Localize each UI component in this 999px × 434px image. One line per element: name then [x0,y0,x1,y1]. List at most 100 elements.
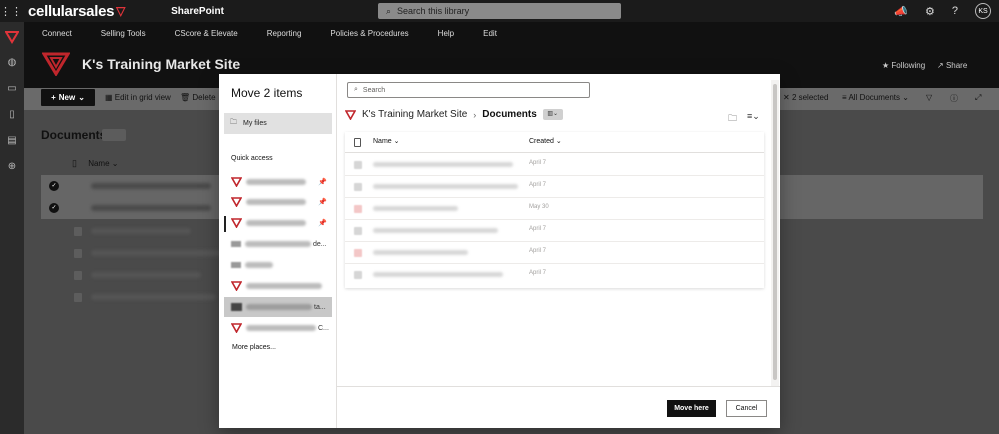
library-title[interactable]: Documents [41,128,106,142]
created-date: May 30 [529,204,549,210]
name-column-header[interactable]: Name ⌄ [373,137,400,145]
news-icon[interactable]: ▭ [5,82,19,96]
view-switcher[interactable]: ≡ All Documents ⌄ [842,93,909,102]
file-icon [354,161,362,169]
move-here-button[interactable]: Move here [667,400,716,417]
site-logo-icon [231,197,242,207]
quick-access-item[interactable]: de... [224,234,332,254]
filter-icon[interactable]: ▽ [926,93,932,102]
chevron-right-icon: › [473,109,477,120]
list-item[interactable]: May 30 [345,198,764,220]
gear-icon[interactable]: ⚙ [925,5,935,18]
library-name-column[interactable]: Name [88,159,109,168]
trash-icon: 🗑 [180,93,191,102]
app-launcher-icon[interactable]: ⋮⋮ [0,0,22,22]
new-folder-icon[interactable]: 🗀 [728,111,737,127]
file-icon [354,227,362,235]
app-name[interactable]: SharePoint [171,6,224,17]
globe-icon[interactable]: ◍ [5,56,19,70]
cancel-button[interactable]: Cancel [726,400,767,417]
created-column-header[interactable]: Created ⌄ [529,137,562,145]
nav-policies[interactable]: Policies & Procedures [330,29,408,38]
info-icon[interactable]: ⓘ [950,93,958,104]
nav-reporting[interactable]: Reporting [267,29,302,38]
follow-button[interactable]: ★ Following [882,61,925,70]
nav-help[interactable]: Help [438,29,454,38]
checkmark-icon[interactable]: ✓ [49,181,59,191]
blurred-filename [91,183,211,189]
library-column-header: ▯ Name ⌄ [72,158,118,169]
blurred-filename [373,206,458,211]
library-view-icon[interactable]: ▥⌄ [542,109,563,120]
scrollbar[interactable] [771,80,779,386]
my-files-item[interactable]: 🗀 My files [224,113,332,134]
list-item[interactable]: April 7 [345,242,764,264]
site-thumbnail-icon [231,262,241,268]
scrollbar-thumb[interactable] [773,84,777,380]
created-date: April 7 [529,270,547,276]
nav-cscore-elevate[interactable]: CScore & Elevate [175,29,238,38]
pin-icon[interactable]: 📌 [318,178,327,186]
search-icon: ⌕ [386,5,392,16]
created-date: April 7 [529,248,547,254]
my-files-label: My files [243,120,267,127]
list-item[interactable]: April 7 [345,176,764,198]
list-item[interactable]: April 7 [345,264,764,286]
delete-button[interactable]: 🗑 Delete [180,93,216,102]
dialog-search-input[interactable]: ⌕ Search [347,82,590,98]
file-icon[interactable]: ▯ [5,108,19,122]
list-header: Name ⌄ Created ⌄ [345,132,764,153]
pdf-icon [354,249,362,257]
brand-v-icon[interactable] [5,30,19,44]
share-button[interactable]: ↗ Share [937,61,967,70]
brand-v-icon: ▽ [116,4,126,18]
library-view-selector[interactable] [102,129,126,141]
selected-label: 2 selected [791,93,829,102]
edit-grid-button[interactable]: ▦ Edit in grid view [105,93,171,102]
selection-count[interactable]: ✕ 2 selected [783,93,828,102]
suite-bar: ⋮⋮ cellularsales ▽ SharePoint ⌕ Search t… [0,0,999,22]
brand-logo[interactable]: cellularsales ▽ [28,3,125,20]
app-bar: ◍ ▭ ▯ ▤ ⊕ [0,22,24,434]
checkmark-icon[interactable]: ✓ [49,203,59,213]
file-icon [74,227,82,236]
nav-connect[interactable]: Connect [42,29,72,38]
follow-label: Following [891,61,926,70]
lists-icon[interactable]: ▤ [5,134,19,148]
site-thumbnail-icon [231,241,241,247]
breadcrumb-current[interactable]: Documents [482,109,536,120]
nav-edit[interactable]: Edit [483,29,497,38]
quick-access-item[interactable] [224,276,332,296]
plus-icon: + [51,93,56,102]
sort-menu-icon[interactable]: ≡⌄ [747,111,760,122]
more-places-link[interactable]: More places... [232,344,276,351]
chevron-down-icon: ⌄ [393,138,400,145]
help-icon[interactable]: ? [952,5,958,17]
list-item[interactable]: April 7 [345,154,764,176]
site-title[interactable]: K's Training Market Site [82,56,240,72]
quick-access-item[interactable]: 📌 [224,172,332,192]
quick-access-suffix: de... [313,240,327,248]
quick-access-item[interactable]: ta... [224,297,332,317]
suite-search-box[interactable]: ⌕ Search this library [378,3,621,19]
megaphone-icon[interactable]: 📣 [894,5,908,18]
pin-icon[interactable]: 📌 [318,219,327,227]
breadcrumb-site[interactable]: K's Training Market Site [362,109,467,120]
quick-access-item[interactable] [224,255,332,275]
quick-access-item[interactable]: C... [224,318,332,338]
site-logo-icon [231,177,242,187]
list-icon: ≡ [842,93,847,102]
quick-access-item[interactable]: 📌 [224,192,332,212]
new-button[interactable]: + New ⌄ [41,89,95,106]
pdf-icon [354,205,362,213]
expand-icon[interactable]: ⤢ [975,93,981,103]
list-item[interactable]: April 7 [345,220,764,242]
file-icon [74,271,82,280]
quick-access-suffix: ta... [314,303,326,311]
create-icon[interactable]: ⊕ [5,160,19,174]
avatar[interactable]: KS [975,3,991,19]
nav-selling-tools[interactable]: Selling Tools [101,29,146,38]
quick-access-item[interactable]: 📌 [224,213,332,233]
pin-icon[interactable]: 📌 [318,198,327,206]
site-logo-icon[interactable] [42,52,70,76]
